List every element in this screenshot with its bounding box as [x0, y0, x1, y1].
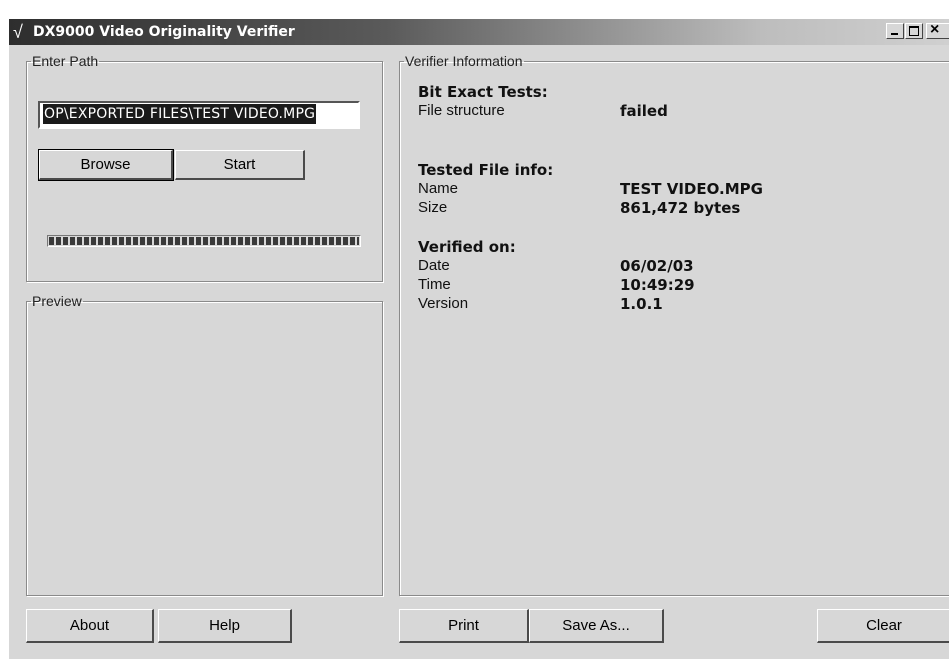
file-structure-value: failed: [620, 102, 668, 120]
clear-button[interactable]: Clear: [817, 609, 949, 643]
enter-path-legend: Enter Path: [32, 53, 99, 69]
name-value: TEST VIDEO.MPG: [620, 180, 763, 198]
help-button[interactable]: Help: [158, 609, 292, 643]
progress-bar: [47, 235, 361, 247]
size-label: Size: [418, 199, 448, 216]
close-button[interactable]: [926, 21, 949, 39]
verified-on-heading: Verified on:: [418, 238, 516, 256]
preview-legend: Preview: [32, 293, 82, 309]
date-label: Date: [418, 257, 450, 274]
progress-fill: [49, 237, 359, 245]
preview-group: Preview: [26, 294, 383, 596]
app-window: √ DX9000 Video Originality Verifier Ente…: [8, 18, 949, 659]
maximize-button[interactable]: [905, 23, 923, 39]
about-button[interactable]: About: [26, 609, 154, 643]
tested-file-heading: Tested File info:: [418, 161, 554, 179]
title-bar[interactable]: √ DX9000 Video Originality Verifier: [9, 19, 949, 45]
print-button[interactable]: Print: [399, 609, 529, 643]
path-input[interactable]: OP\EXPORTED FILES\TEST VIDEO.MPG: [38, 101, 360, 129]
date-value: 06/02/03: [620, 257, 694, 275]
version-label: Version: [418, 295, 469, 312]
minimize-button[interactable]: [886, 23, 904, 39]
version-value: 1.0.1: [620, 295, 663, 313]
start-button[interactable]: Start: [175, 150, 305, 180]
name-label: Name: [418, 180, 459, 197]
verifier-information-legend: Verifier Information: [405, 53, 523, 69]
size-value: 861,472 bytes: [620, 199, 741, 217]
time-value: 10:49:29: [620, 276, 695, 294]
browse-button[interactable]: Browse: [38, 149, 174, 181]
time-label: Time: [418, 276, 451, 293]
verifier-information-group: Verifier Information: [399, 54, 949, 596]
checkmark-icon: √: [13, 22, 23, 42]
file-structure-label: File structure: [418, 102, 505, 119]
window-title: DX9000 Video Originality Verifier: [33, 24, 295, 40]
save-as-button[interactable]: Save As...: [529, 609, 664, 643]
bit-exact-heading: Bit Exact Tests:: [418, 83, 548, 101]
path-input-value: OP\EXPORTED FILES\TEST VIDEO.MPG: [43, 104, 317, 124]
